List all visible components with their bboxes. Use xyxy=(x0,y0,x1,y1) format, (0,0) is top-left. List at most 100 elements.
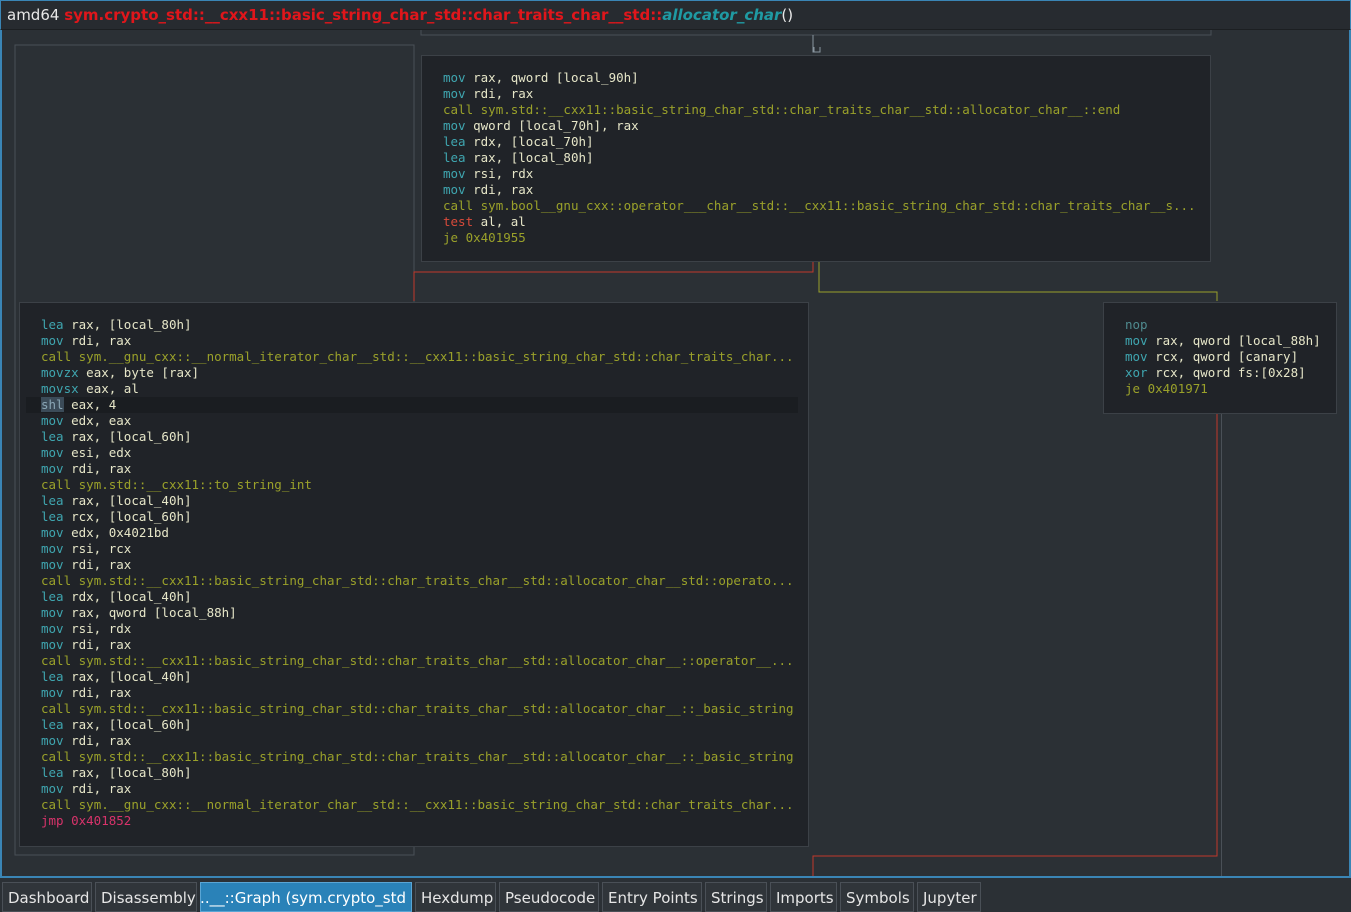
tab-disassembly[interactable]: Disassembly xyxy=(95,882,197,912)
asm-line[interactable]: call sym.std::__cxx11::to_string_int xyxy=(41,477,798,493)
asm-mnemonic[interactable]: lea xyxy=(443,134,466,149)
asm-mnemonic[interactable]: mov xyxy=(443,166,466,181)
asm-mnemonic[interactable]: je xyxy=(1125,381,1140,396)
asm-line[interactable]: call sym.std::__cxx11::basic_string_char… xyxy=(443,102,1200,118)
asm-mnemonic[interactable]: call xyxy=(41,573,71,588)
asm-line[interactable]: mov rdi, rax xyxy=(41,781,798,797)
asm-line[interactable]: mov rdi, rax xyxy=(443,182,1200,198)
asm-line[interactable]: lea rdx, [local_70h] xyxy=(443,134,1200,150)
asm-operands[interactable]: sym.std::__cxx11::basic_string_char_std:… xyxy=(481,102,1121,117)
asm-mnemonic[interactable]: mov xyxy=(41,445,64,460)
asm-operands[interactable]: rax, [local_80h] xyxy=(473,150,593,165)
asm-operands[interactable]: rax, [local_40h] xyxy=(71,669,191,684)
asm-operands[interactable]: eax, 4 xyxy=(71,397,116,412)
asm-mnemonic[interactable]: mov xyxy=(41,541,64,556)
asm-mnemonic[interactable]: shl xyxy=(41,397,64,412)
asm-line[interactable]: call sym.std::__cxx11::basic_string_char… xyxy=(41,701,798,717)
asm-mnemonic[interactable]: mov xyxy=(443,86,466,101)
asm-line[interactable]: lea rax, [local_60h] xyxy=(41,717,798,733)
basic-block-top[interactable]: mov rax, qword [local_90h] mov rdi, rax ca… xyxy=(421,55,1211,262)
asm-mnemonic[interactable]: mov xyxy=(41,605,64,620)
tab-strings[interactable]: Strings xyxy=(705,882,767,912)
asm-line[interactable]: nop xyxy=(1125,317,1326,333)
asm-line[interactable]: movzx eax, byte [rax] xyxy=(41,365,798,381)
asm-operands[interactable]: qword [local_70h], rax xyxy=(473,118,639,133)
asm-mnemonic[interactable]: mov xyxy=(41,557,64,572)
asm-operands[interactable]: rax, [local_60h] xyxy=(71,717,191,732)
asm-operands[interactable]: rcx, qword fs:[0x28] xyxy=(1155,365,1306,380)
tab-pseudocode[interactable]: Pseudocode xyxy=(499,882,599,912)
asm-operands[interactable]: rax, [local_60h] xyxy=(71,429,191,444)
asm-operands[interactable]: rsi, rdx xyxy=(473,166,533,181)
asm-mnemonic[interactable]: lea xyxy=(41,765,64,780)
asm-line[interactable]: mov rcx, qword [canary] xyxy=(1125,349,1326,365)
graph-view[interactable]: mov rax, qword [local_90h] mov rdi, rax ca… xyxy=(0,30,1351,876)
tab-jupyter[interactable]: Jupyter xyxy=(917,882,981,912)
asm-mnemonic[interactable]: mov xyxy=(41,733,64,748)
asm-line[interactable]: lea rax, [local_80h] xyxy=(41,765,798,781)
asm-line[interactable]: mov rdi, rax xyxy=(41,733,798,749)
asm-line[interactable]: mov rdi, rax xyxy=(41,461,798,477)
asm-mnemonic[interactable]: mov xyxy=(443,118,466,133)
asm-mnemonic[interactable]: mov xyxy=(41,637,64,652)
asm-operands[interactable]: rdx, [local_40h] xyxy=(71,589,191,604)
asm-mnemonic[interactable]: call xyxy=(41,797,71,812)
asm-operands[interactable]: 0x401971 xyxy=(1148,381,1208,396)
asm-line[interactable]: mov rsi, rdx xyxy=(443,166,1200,182)
asm-mnemonic[interactable]: jmp xyxy=(41,813,64,828)
asm-mnemonic[interactable]: call xyxy=(41,349,71,364)
asm-operands[interactable]: rdx, [local_70h] xyxy=(473,134,593,149)
asm-operands[interactable]: rdi, rax xyxy=(473,182,533,197)
asm-mnemonic[interactable]: movzx xyxy=(41,365,79,380)
asm-operands[interactable]: rax, qword [local_88h] xyxy=(71,605,237,620)
asm-mnemonic[interactable]: mov xyxy=(41,685,64,700)
asm-mnemonic[interactable]: mov xyxy=(443,70,466,85)
asm-mnemonic[interactable]: call xyxy=(41,749,71,764)
asm-line[interactable]: mov rax, qword [local_88h] xyxy=(1125,333,1326,349)
asm-operands[interactable]: edx, eax xyxy=(71,413,131,428)
tab-hexdump[interactable]: Hexdump xyxy=(415,882,496,912)
asm-line[interactable]: call sym.bool__gnu_cxx::operator___char_… xyxy=(443,198,1200,214)
asm-operands[interactable]: rax, [local_40h] xyxy=(71,493,191,508)
asm-mnemonic[interactable]: mov xyxy=(41,333,64,348)
asm-mnemonic[interactable]: lea xyxy=(41,717,64,732)
asm-operands[interactable]: edx, 0x4021bd xyxy=(71,525,169,540)
tab-dashboard[interactable]: Dashboard xyxy=(2,882,92,912)
asm-mnemonic[interactable]: movsx xyxy=(41,381,79,396)
asm-operands[interactable]: eax, al xyxy=(86,381,139,396)
asm-operands[interactable]: rdi, rax xyxy=(71,781,131,796)
asm-mnemonic[interactable]: call xyxy=(443,102,473,117)
asm-line[interactable]: mov esi, edx xyxy=(41,445,798,461)
asm-line[interactable]: shl eax, 4 xyxy=(26,397,798,413)
asm-operands[interactable]: rax, qword [local_90h] xyxy=(473,70,639,85)
asm-operands[interactable]: rcx, qword [canary] xyxy=(1155,349,1298,364)
asm-operands[interactable]: rcx, [local_60h] xyxy=(71,509,191,524)
asm-mnemonic[interactable]: mov xyxy=(443,182,466,197)
asm-operands[interactable]: rax, qword [local_88h] xyxy=(1155,333,1321,348)
asm-operands[interactable]: sym.std::__cxx11::to_string_int xyxy=(79,477,312,492)
asm-operands[interactable]: sym.std::__cxx11::basic_string_char_std:… xyxy=(79,573,794,588)
asm-mnemonic[interactable]: lea xyxy=(41,493,64,508)
asm-line[interactable]: call sym.__gnu_cxx::__normal_iterator_ch… xyxy=(41,797,798,813)
tab-symbols[interactable]: Symbols xyxy=(840,882,914,912)
basic-block-left[interactable]: lea rax, [local_80h] mov rdi, rax call sym… xyxy=(19,302,809,847)
asm-line[interactable]: je 0x401955 xyxy=(443,230,1200,246)
basic-block-right[interactable]: nop mov rax, qword [local_88h] mov rcx, q… xyxy=(1103,302,1337,414)
asm-line[interactable]: lea rax, [local_40h] xyxy=(41,493,798,509)
asm-operands[interactable]: sym.std::__cxx11::basic_string_char_std:… xyxy=(79,701,794,716)
asm-line[interactable]: mov rdi, rax xyxy=(41,333,798,349)
asm-line[interactable]: lea rcx, [local_60h] xyxy=(41,509,798,525)
asm-line[interactable]: mov edx, eax xyxy=(41,413,798,429)
asm-line[interactable]: call sym.std::__cxx11::basic_string_char… xyxy=(41,749,798,765)
asm-operands[interactable]: sym.std::__cxx11::basic_string_char_std:… xyxy=(79,749,794,764)
asm-operands[interactable]: rdi, rax xyxy=(71,685,131,700)
asm-line[interactable]: je 0x401971 xyxy=(1125,381,1326,397)
asm-line[interactable]: call sym.__gnu_cxx::__normal_iterator_ch… xyxy=(41,349,798,365)
asm-line[interactable]: lea rdx, [local_40h] xyxy=(41,589,798,605)
asm-operands[interactable]: rdi, rax xyxy=(71,733,131,748)
asm-line[interactable]: call sym.std::__cxx11::basic_string_char… xyxy=(41,573,798,589)
asm-operands[interactable]: esi, edx xyxy=(71,445,131,460)
asm-mnemonic[interactable]: call xyxy=(41,653,71,668)
asm-operands[interactable]: rdi, rax xyxy=(71,557,131,572)
asm-operands[interactable]: rax, [local_80h] xyxy=(71,317,191,332)
